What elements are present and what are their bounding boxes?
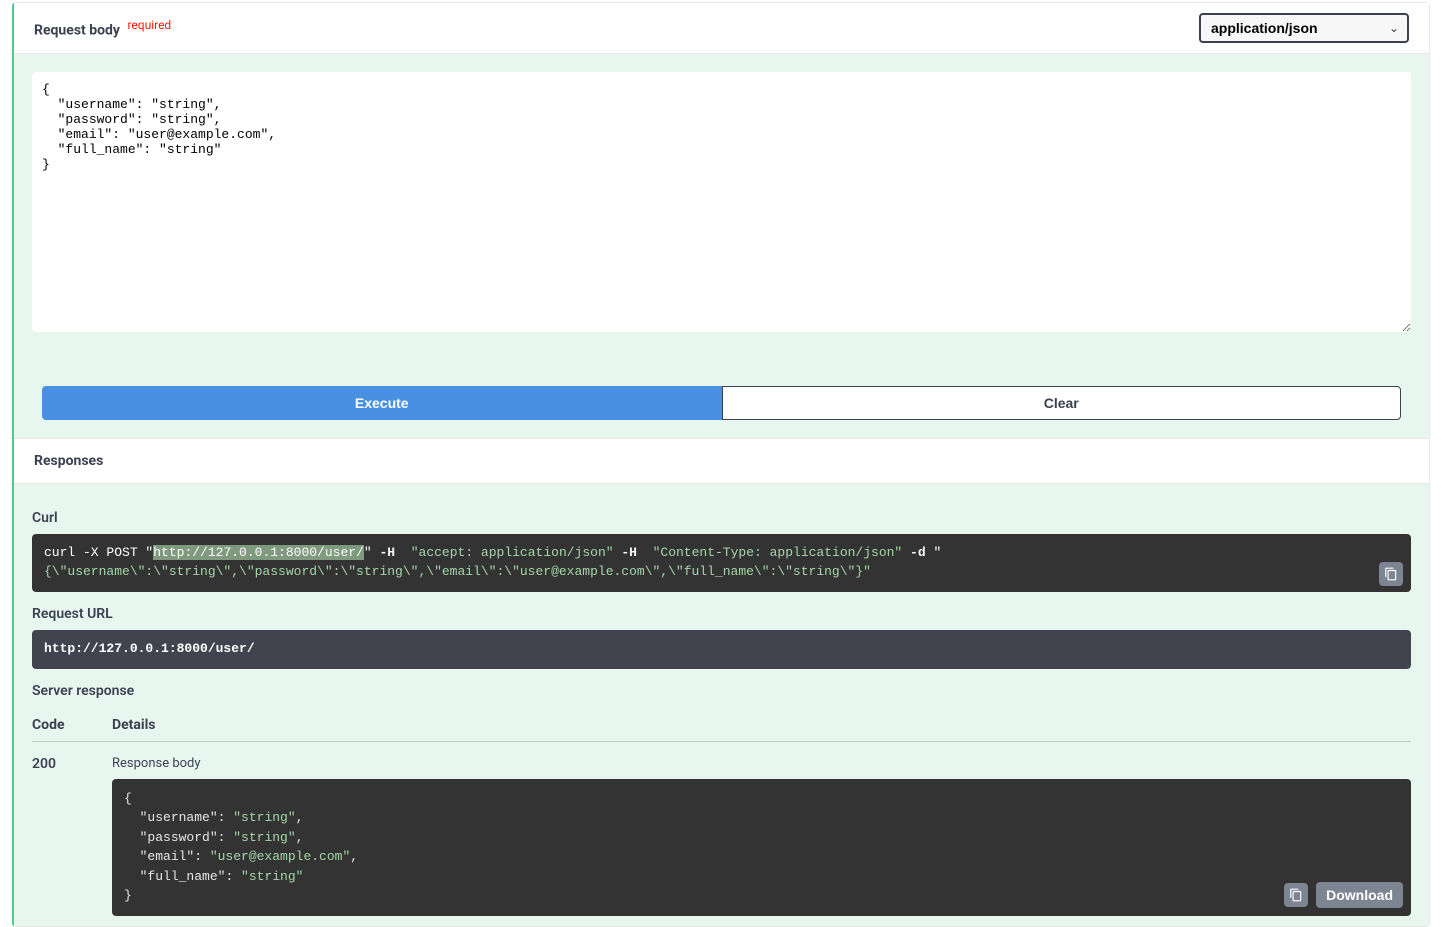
response-details: Response body { "username": "string", "p… xyxy=(112,756,1411,916)
request-body-section: Execute Clear xyxy=(14,54,1429,438)
copy-curl-button[interactable] xyxy=(1379,562,1403,586)
request-url-value: http://127.0.0.1:8000/user/ xyxy=(44,641,255,656)
request-url-block: http://127.0.0.1:8000/user/ xyxy=(32,630,1411,669)
request-body-header: Request body required application/json ⌄ xyxy=(14,3,1429,54)
copy-response-button[interactable] xyxy=(1284,883,1308,907)
required-badge: required xyxy=(123,18,171,32)
curl-url: http://127.0.0.1:8000/user/ xyxy=(153,545,364,560)
responses-header: Responses xyxy=(14,438,1429,484)
curl-block: curl -X POST "http://127.0.0.1:8000/user… xyxy=(32,534,1411,592)
operation-panel: Request body required application/json ⌄… xyxy=(12,2,1430,927)
execute-button[interactable]: Execute xyxy=(42,386,722,420)
response-body-label: Response body xyxy=(112,756,1411,771)
request-url-label: Request URL xyxy=(32,606,1411,622)
request-body-title-wrap: Request body required xyxy=(34,18,171,39)
resp-password: "string" xyxy=(233,830,295,845)
download-button[interactable]: Download xyxy=(1316,882,1403,908)
resp-email: "user@example.com" xyxy=(210,849,350,864)
curl-command-prefix: curl -X POST xyxy=(44,545,145,560)
column-details: Details xyxy=(112,717,1411,733)
server-response-label: Server response xyxy=(32,683,1411,699)
resp-username: "string" xyxy=(233,810,295,825)
content-type-select-wrap: application/json ⌄ xyxy=(1199,13,1409,43)
responses-title: Responses xyxy=(34,453,1409,469)
curl-label: Curl xyxy=(32,510,1411,526)
request-body-textarea[interactable] xyxy=(32,72,1411,332)
column-code: Code xyxy=(32,717,112,733)
responses-body: Curl curl -X POST "http://127.0.0.1:8000… xyxy=(14,484,1429,926)
curl-flag-h2: -H xyxy=(621,545,637,560)
response-body-block: { "username": "string", "password": "str… xyxy=(112,779,1411,916)
response-row: 200 Response body { "username": "string"… xyxy=(32,742,1411,916)
response-actions: Download xyxy=(1284,882,1403,908)
curl-flag-d: -d xyxy=(910,545,926,560)
content-type-select[interactable]: application/json xyxy=(1199,13,1409,43)
clipboard-icon xyxy=(1384,567,1398,581)
response-table-header: Code Details xyxy=(32,707,1411,742)
resp-fullname: "string" xyxy=(241,869,303,884)
clipboard-icon xyxy=(1289,888,1303,902)
curl-header-accept: "accept: application/json" xyxy=(411,545,614,560)
curl-header-ct: "Content-Type: application/json" xyxy=(653,545,903,560)
action-buttons: Execute Clear xyxy=(32,376,1411,420)
request-body-title: Request body xyxy=(34,22,120,38)
clear-button[interactable]: Clear xyxy=(722,386,1402,420)
curl-flag-h: -H xyxy=(380,545,396,560)
status-code: 200 xyxy=(32,756,112,916)
curl-body-data: {\"username\":\"string\",\"password\":\"… xyxy=(44,564,871,579)
